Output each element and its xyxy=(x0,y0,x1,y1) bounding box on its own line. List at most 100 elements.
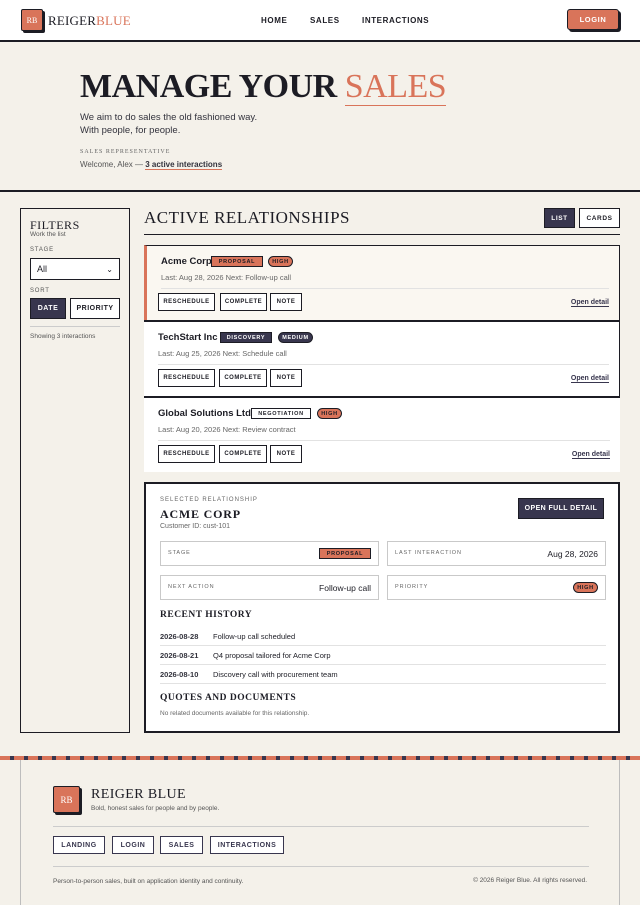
stage-badge: NEGOTIATION xyxy=(251,408,311,419)
hero-line-2: With people, for people. xyxy=(80,125,181,136)
stage-badge: PROPOSAL xyxy=(211,256,263,267)
active-interactions-link[interactable]: 3 active interactions xyxy=(145,160,223,170)
footer-link-landing[interactable]: LANDING xyxy=(53,836,105,854)
footer-link-login[interactable]: LOGIN xyxy=(112,836,154,854)
card-name: Acme Corp xyxy=(161,256,212,267)
priority-key: PRIORITY xyxy=(395,584,429,590)
filters-panel: FILTERS Work the list STAGE All ⌄ SORT DA… xyxy=(20,208,130,733)
priority-badge: MEDIUM xyxy=(278,332,313,343)
top-navbar: RB REIGERBLUE HOME SALES INTERACTIONS LO… xyxy=(0,0,640,42)
open-detail-link[interactable]: Open detail xyxy=(571,451,610,459)
nav-home[interactable]: HOME xyxy=(261,16,287,25)
history-text: Follow-up call scheduled xyxy=(213,632,296,641)
history-date: 2026-08-28 xyxy=(160,632,199,641)
footer-divider xyxy=(53,866,589,867)
priority-badge: HIGH xyxy=(268,256,293,267)
card-meta: Last: Aug 20, 2026 Next: Review contract xyxy=(158,425,296,434)
next-action-key: NEXT ACTION xyxy=(168,584,215,590)
note-button[interactable]: NOTE xyxy=(270,445,302,463)
brand-logo[interactable]: RB xyxy=(21,9,43,31)
rep-label: SALES REPRESENTATIVE xyxy=(80,149,171,155)
hero-title-accent: SALES xyxy=(344,68,447,106)
footer: RB REIGER BLUE Bold, honest sales for pe… xyxy=(20,760,620,905)
complete-button[interactable]: COMPLETE xyxy=(219,445,267,463)
login-button[interactable]: LOGIN xyxy=(567,9,619,30)
history-row: 2026-08-28 Follow-up call scheduled xyxy=(160,627,606,646)
reschedule-button[interactable]: RESCHEDULE xyxy=(158,445,215,463)
next-action-field: NEXT ACTION Follow-up call xyxy=(160,575,379,600)
filters-subtitle: Work the list xyxy=(30,231,66,238)
footer-logo-text: RB xyxy=(60,794,73,805)
relationship-card-acme[interactable]: Acme Corp PROPOSAL HIGH Last: Aug 28, 20… xyxy=(144,245,620,320)
brand-name-part1: REIGER xyxy=(48,13,97,28)
card-divider xyxy=(158,440,610,441)
card-name: Global Solutions Ltd xyxy=(158,408,251,419)
note-button[interactable]: NOTE xyxy=(270,369,302,387)
history-row: 2026-08-21 Q4 proposal tailored for Acme… xyxy=(160,646,606,665)
card-divider xyxy=(161,288,609,289)
footer-divider xyxy=(53,826,589,827)
card-name: TechStart Inc xyxy=(158,332,218,343)
stage-field: STAGE PROPOSAL xyxy=(160,541,379,566)
welcome-prefix: Welcome, Alex — xyxy=(80,160,143,169)
relationship-card-techstart[interactable]: TechStart Inc DISCOVERY MEDIUM Last: Aug… xyxy=(144,320,620,396)
chevron-down-icon: ⌄ xyxy=(106,264,113,274)
sort-priority-button[interactable]: PRIORITY xyxy=(70,298,120,319)
brand-name-part2: BLUE xyxy=(96,13,131,28)
detail-name: ACME CORP xyxy=(160,507,241,521)
relationship-card-global[interactable]: Global Solutions Ltd NEGOTIATION HIGH La… xyxy=(144,396,620,472)
sort-date-button[interactable]: DATE xyxy=(30,298,66,319)
next-action-value: Follow-up call xyxy=(319,583,371,593)
card-meta: Last: Aug 25, 2026 Next: Schedule call xyxy=(158,349,287,358)
footer-note: Person-to-person sales, built on applica… xyxy=(53,878,244,885)
relationships-rule xyxy=(144,234,620,235)
reschedule-button[interactable]: RESCHEDULE xyxy=(158,369,215,387)
reschedule-button[interactable]: RESCHEDULE xyxy=(158,293,215,311)
stage-select[interactable]: All ⌄ xyxy=(30,258,120,280)
footer-logo: RB xyxy=(53,786,80,813)
priority-badge: HIGH xyxy=(317,408,342,419)
recent-history-title: RECENT HISTORY xyxy=(160,610,253,620)
view-list-button[interactable]: LIST xyxy=(544,208,575,228)
hero-line-1: We aim to do sales the old fashioned way… xyxy=(80,112,258,123)
nav-sales[interactable]: SALES xyxy=(310,16,340,25)
last-interaction-field: LAST INTERACTION Aug 28, 2026 xyxy=(387,541,606,566)
hero-section: MANAGE YOUR SALES We aim to do sales the… xyxy=(0,42,640,192)
priority-field: PRIORITY HIGH xyxy=(387,575,606,600)
interaction-count: Showing 3 interactions xyxy=(30,333,96,340)
stage-label: STAGE xyxy=(30,247,54,253)
open-full-detail-button[interactable]: OPEN FULL DETAIL xyxy=(518,498,604,519)
filters-divider xyxy=(30,326,120,327)
stage-select-value: All xyxy=(37,264,48,274)
sort-label: SORT xyxy=(30,288,50,294)
hero-title: MANAGE YOUR SALES xyxy=(80,68,447,106)
history-text: Discovery call with procurement team xyxy=(213,670,338,679)
history-text: Q4 proposal tailored for Acme Corp xyxy=(213,651,331,660)
customer-id: Customer ID: cust-101 xyxy=(160,523,231,530)
selected-relationship-panel: SELECTED RELATIONSHIP ACME CORP Customer… xyxy=(144,482,620,733)
nav-interactions[interactable]: INTERACTIONS xyxy=(362,16,429,25)
open-detail-link[interactable]: Open detail xyxy=(570,375,609,383)
open-detail-link[interactable]: Open detail xyxy=(570,299,609,307)
stage-key: STAGE xyxy=(168,550,191,556)
brand-name[interactable]: REIGERBLUE xyxy=(48,13,131,29)
relationships-title: ACTIVE RELATIONSHIPS xyxy=(144,208,350,227)
card-meta: Last: Aug 28, 2026 Next: Follow-up call xyxy=(161,273,292,282)
history-row: 2026-08-10 Discovery call with procureme… xyxy=(160,665,606,684)
last-interaction-key: LAST INTERACTION xyxy=(395,550,462,556)
complete-button[interactable]: COMPLETE xyxy=(219,369,267,387)
last-interaction-value: Aug 28, 2026 xyxy=(547,549,598,559)
footer-link-sales[interactable]: SALES xyxy=(160,836,203,854)
quotes-documents-title: QUOTES AND DOCUMENTS xyxy=(160,693,297,703)
logo-text: RB xyxy=(26,15,38,25)
priority-badge: HIGH xyxy=(573,582,598,593)
complete-button[interactable]: COMPLETE xyxy=(220,293,267,311)
footer-brand: REIGER BLUE xyxy=(91,787,187,802)
footer-tagline: Bold, honest sales for people and by peo… xyxy=(91,805,220,812)
footer-link-interactions[interactable]: INTERACTIONS xyxy=(210,836,284,854)
note-button[interactable]: NOTE xyxy=(270,293,302,311)
detail-label: SELECTED RELATIONSHIP xyxy=(160,497,258,503)
view-cards-button[interactable]: CARDS xyxy=(579,208,620,228)
hero-title-main: MANAGE YOUR xyxy=(80,68,337,105)
no-documents-text: No related documents available for this … xyxy=(160,710,310,717)
